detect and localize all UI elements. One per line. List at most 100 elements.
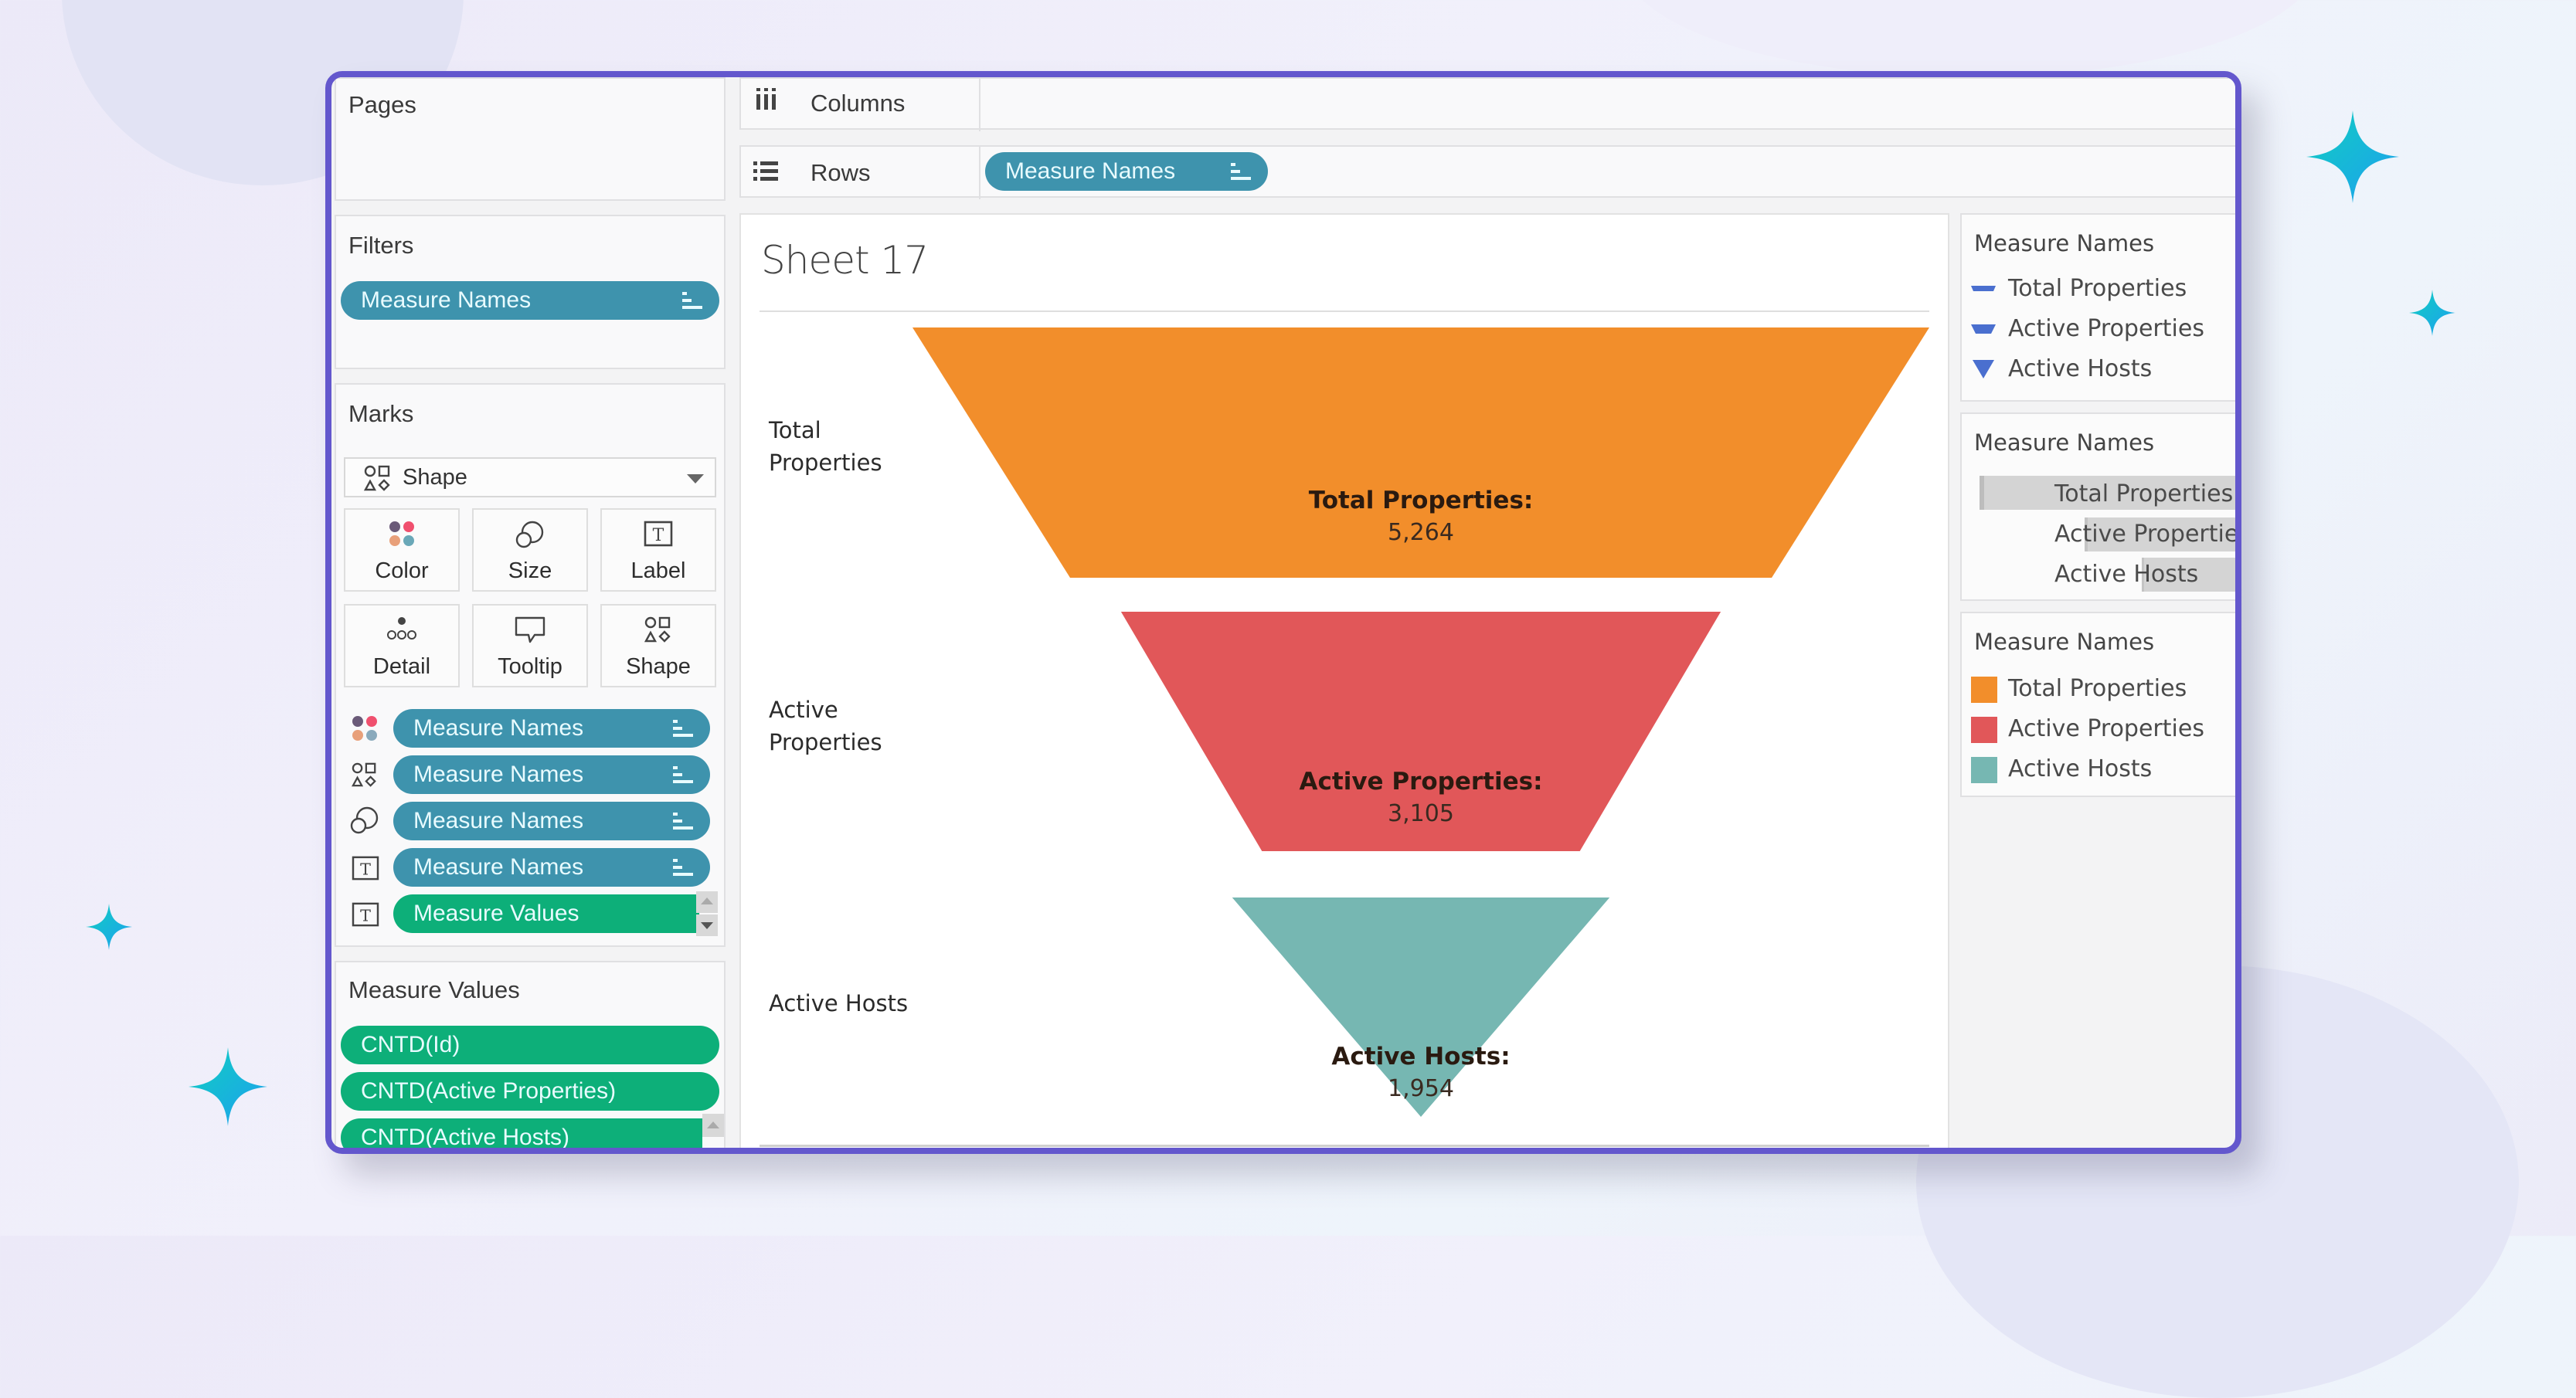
mark-label-active-hosts: Active Hosts: 1,954 xyxy=(1331,1043,1511,1102)
marks-tooltip-button[interactable]: Tooltip xyxy=(472,604,588,687)
label-icon: T xyxy=(644,521,673,547)
funnel-chart xyxy=(912,327,1929,1117)
measure-value-pill[interactable]: CNTD(Id) xyxy=(341,1026,719,1064)
label-icon: T xyxy=(352,856,379,881)
marks-size-button[interactable]: Size xyxy=(472,508,588,592)
triangle-down-icon xyxy=(1973,359,1994,378)
size-icon xyxy=(515,521,544,548)
legend-item[interactable]: Active Properties xyxy=(1971,315,2204,342)
shape-icon xyxy=(644,616,671,643)
pill-label: Measure Values xyxy=(413,901,579,926)
shape-legend[interactable]: Measure Names Total Properties Active Pr… xyxy=(1960,213,2235,402)
pages-card[interactable]: Pages xyxy=(335,77,726,201)
marks-field-pill-measure-values[interactable]: Measure Values xyxy=(393,894,699,933)
rows-icon xyxy=(753,161,778,181)
sparkle-icon xyxy=(189,1047,267,1126)
marks-field-pill[interactable]: Measure Names xyxy=(393,709,710,748)
color-icon xyxy=(389,521,414,546)
shape-icon xyxy=(352,762,376,787)
sort-icon xyxy=(673,765,693,785)
marks-field-pill[interactable]: Measure Names xyxy=(393,848,710,887)
button-label: Shape xyxy=(626,654,691,679)
button-label: Tooltip xyxy=(498,654,562,679)
button-label: Label xyxy=(630,558,686,583)
shape-icon xyxy=(364,465,390,491)
mark-type-value: Shape xyxy=(403,465,467,490)
sparkle-icon xyxy=(2306,110,2399,203)
rows-label: Rows xyxy=(811,159,871,186)
marks-field-pill[interactable]: Measure Names xyxy=(393,755,710,794)
button-label: Color xyxy=(375,558,429,583)
svg-text:T: T xyxy=(653,526,664,545)
pill-label: CNTD(Active Hosts) xyxy=(361,1125,570,1150)
measure-value-pill[interactable]: CNTD(Active Hosts) xyxy=(341,1118,702,1150)
scroll-up-button[interactable] xyxy=(702,1114,724,1137)
size-icon xyxy=(350,806,379,834)
label-icon: T xyxy=(352,902,379,927)
legend-item[interactable]: Active Properties xyxy=(2054,521,2235,548)
legend-item[interactable]: Total Properties xyxy=(1971,675,2187,703)
sparkle-icon xyxy=(86,904,132,950)
color-swatch xyxy=(1971,756,1997,783)
columns-icon xyxy=(756,88,776,110)
pill-label: Measure Names xyxy=(413,762,584,787)
color-icon xyxy=(352,716,377,741)
chevron-down-icon xyxy=(687,474,704,484)
trapezoid-wide-icon xyxy=(1971,285,1996,291)
measure-values-card: Measure Values CNTD(Id) CNTD(Active Prop… xyxy=(335,961,726,1150)
detail-icon xyxy=(387,617,416,640)
sort-icon xyxy=(673,857,693,877)
background-blob xyxy=(1623,0,2318,77)
tableau-window: Pages Filters Measure Names Marks Shape … xyxy=(325,71,2241,1154)
shelf-divider xyxy=(979,147,980,199)
sparkle-icon xyxy=(2409,290,2455,336)
legend-item[interactable]: Total Properties xyxy=(1971,275,2187,302)
measure-value-pill[interactable]: CNTD(Active Properties) xyxy=(341,1072,719,1111)
svg-text:T: T xyxy=(360,906,371,925)
legend-item[interactable]: Active Hosts xyxy=(2054,561,2198,588)
marks-label-button[interactable]: T Label xyxy=(600,508,716,592)
pill-label: Measure Names xyxy=(361,287,532,313)
pill-label: Measure Names xyxy=(413,808,584,833)
filters-card[interactable]: Filters Measure Names xyxy=(335,215,726,369)
sort-icon xyxy=(682,290,702,310)
legend-item[interactable]: Active Properties xyxy=(1971,715,2204,743)
chevron-up-icon xyxy=(707,1121,719,1128)
chevron-up-icon xyxy=(701,898,713,904)
pill-label: Measure Names xyxy=(413,854,584,880)
scroll-down-button[interactable] xyxy=(696,914,718,936)
tooltip-icon xyxy=(515,616,545,643)
svg-text:T: T xyxy=(360,860,371,878)
color-swatch xyxy=(1971,676,1997,703)
legend-title: Measure Names xyxy=(1974,629,2155,655)
trapezoid-icon xyxy=(1971,324,1996,334)
chevron-down-icon xyxy=(701,922,713,929)
mark-label-total-properties: Total Properties: 5,264 xyxy=(1308,487,1534,546)
legend-item[interactable]: Active Hosts xyxy=(1971,355,2152,382)
color-swatch xyxy=(1971,716,1997,743)
rows-shelf[interactable]: Rows Measure Names xyxy=(739,145,2235,199)
pill-label: CNTD(Id) xyxy=(361,1032,460,1057)
marks-card: Marks Shape Color Size T Label Detail To… xyxy=(335,383,726,947)
view-canvas[interactable]: Sheet 17 Total Properties Active Propert… xyxy=(739,213,1949,1148)
marks-shape-button[interactable]: Shape xyxy=(600,604,716,687)
rows-pill-measure-names[interactable]: Measure Names xyxy=(985,152,1268,191)
legend-item[interactable]: Total Properties xyxy=(2054,480,2233,507)
button-label: Size xyxy=(508,558,552,583)
size-legend[interactable]: Measure Names Total Properties Active Pr… xyxy=(1960,412,2235,601)
marks-color-button[interactable]: Color xyxy=(344,508,460,592)
sort-icon xyxy=(673,718,693,738)
filter-pill-measure-names[interactable]: Measure Names xyxy=(341,281,719,320)
pages-title: Pages xyxy=(348,91,416,118)
scroll-up-button[interactable] xyxy=(696,891,718,913)
marks-field-pill[interactable]: Measure Names xyxy=(393,802,710,840)
columns-shelf[interactable]: Columns xyxy=(739,77,2235,131)
shelf-divider xyxy=(979,79,980,131)
button-label: Detail xyxy=(372,654,431,679)
color-legend[interactable]: Measure Names Total Properties Active Pr… xyxy=(1960,612,2235,797)
marks-detail-button[interactable]: Detail xyxy=(344,604,460,687)
mark-type-dropdown[interactable]: Shape xyxy=(344,457,716,497)
sort-icon xyxy=(1231,161,1251,182)
pill-label: Measure Names xyxy=(1005,158,1176,184)
legend-item[interactable]: Active Hosts xyxy=(1971,755,2152,783)
